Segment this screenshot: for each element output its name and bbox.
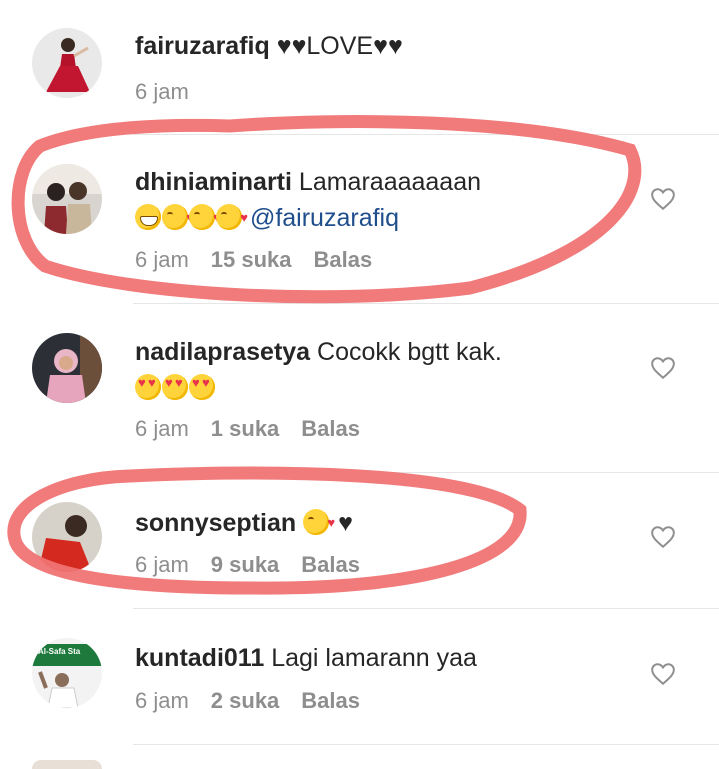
comment-body: ♥ [338, 509, 353, 537]
like-heart-icon[interactable] [650, 524, 676, 550]
reply-button[interactable]: Balas [314, 247, 373, 272]
reply-button[interactable]: Balas [301, 688, 360, 713]
heart-eyes-emoji-icon [162, 374, 188, 400]
avatar[interactable] [32, 760, 102, 769]
avatar[interactable] [32, 502, 102, 572]
comment-body: Cocokk bgtt kak. [317, 338, 502, 366]
reply-button[interactable]: Balas [301, 552, 360, 577]
divider [133, 303, 719, 304]
like-heart-icon[interactable] [650, 355, 676, 381]
like-count[interactable]: 9 suka [211, 552, 280, 577]
comment-text: nadilaprasetya Cocokk bgtt kak. [135, 334, 635, 406]
heart-eyes-emoji-icon [135, 374, 161, 400]
comment-time: 6 jam [135, 552, 189, 577]
avatar-sign-text: Al-Safa Sta [38, 647, 81, 656]
comment-body: ♥♥LOVE♥♥ [276, 32, 403, 60]
comment-body: Lagi lamarann yaa [271, 644, 477, 672]
like-count[interactable]: 15 suka [211, 247, 292, 272]
comment-username[interactable]: fairuzarafiq [135, 32, 270, 60]
comment-text: kuntadi011 Lagi lamarann yaa [135, 640, 635, 676]
comment-time: 6 jam [135, 416, 189, 441]
grin-emoji-icon [135, 204, 161, 230]
divider [133, 472, 719, 473]
comment-meta: 6 jam 1 suka Balas [135, 415, 360, 443]
comment-time: 6 jam [135, 79, 189, 104]
comment-meta: 6 jam 2 suka Balas [135, 687, 360, 715]
like-count[interactable]: 1 suka [211, 416, 280, 441]
comment-time: 6 jam [135, 688, 189, 713]
comment-username[interactable]: nadilaprasetya [135, 338, 310, 366]
comment-body: Lamaraaaaaaan [298, 168, 482, 196]
comment-meta: 6 jam 15 suka Balas [135, 246, 372, 274]
mention-link[interactable]: @fairuzarafiq [250, 204, 399, 232]
comment-text: sonnyseptian ♥ [135, 505, 635, 541]
avatar[interactable] [32, 28, 102, 98]
avatar[interactable] [32, 164, 102, 234]
comment-time: 6 jam [135, 247, 189, 272]
kiss-emoji-icon [216, 200, 248, 236]
comment-username[interactable]: dhiniaminarti [135, 168, 292, 196]
comment-username[interactable]: sonnyseptian [135, 509, 296, 537]
comment-meta: 6 jam [135, 78, 189, 106]
like-heart-icon[interactable] [650, 186, 676, 212]
comment-meta: 6 jam 9 suka Balas [135, 551, 360, 579]
comment-text: dhiniaminarti Lamaraaaaaaan @fairuzarafi… [135, 164, 635, 236]
divider [133, 134, 719, 135]
kiss-emoji-icon [162, 200, 194, 236]
kiss-emoji-icon [189, 200, 221, 236]
avatar[interactable]: Al-Safa Sta [32, 638, 102, 708]
kiss-emoji-icon [303, 505, 335, 541]
comment-username[interactable]: kuntadi011 [135, 644, 264, 672]
heart-eyes-emoji-icon [189, 374, 215, 400]
reply-button[interactable]: Balas [301, 416, 360, 441]
divider [133, 744, 719, 745]
divider [133, 608, 719, 609]
avatar[interactable] [32, 333, 102, 403]
like-heart-icon[interactable] [650, 661, 676, 687]
like-count[interactable]: 2 suka [211, 688, 280, 713]
comment-text: fairuzarafiq ♥♥LOVE♥♥ [135, 28, 635, 64]
